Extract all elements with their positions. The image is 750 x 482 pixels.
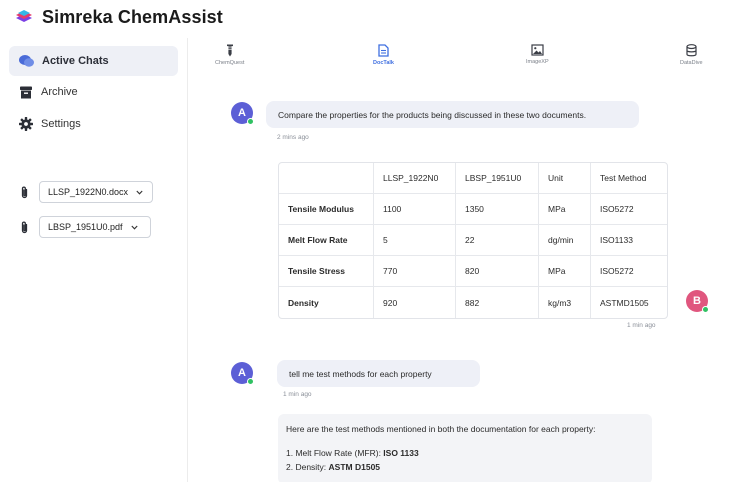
sidebar-item-archive[interactable]: Archive (9, 77, 178, 107)
table-cell: MPa (539, 194, 591, 225)
paperclip-icon (21, 186, 28, 198)
table-row: Density 920 882 kg/m3 ASTMD1505 (279, 287, 667, 318)
database-icon (686, 44, 697, 57)
chevron-down-icon (130, 225, 138, 230)
tab-label: DocTalk (373, 60, 394, 66)
table-cell-property: Tensile Modulus (279, 194, 374, 225)
tab-label: ImageXP (526, 59, 549, 65)
chat-bubbles-icon (19, 55, 34, 67)
table-cell: 770 (374, 256, 456, 287)
tab-doctalk[interactable]: DocTalk (373, 44, 394, 66)
table-row: Melt Flow Rate 5 22 dg/min ISO1133 (279, 225, 667, 256)
app-title: Simreka ChemAssist (42, 6, 223, 27)
avatar-assistant-b: B (686, 290, 709, 313)
message-timestamp: 1 min ago (283, 391, 312, 398)
list-item: 2. Density: ASTM D1505 (286, 462, 644, 472)
user-message: tell me test methods for each property (277, 360, 480, 387)
file-select-value: LLSP_1922N0.docx (48, 187, 129, 197)
message-text: Compare the properties for the products … (278, 109, 587, 120)
avatar-initial: A (238, 107, 246, 119)
table-row: Tensile Stress 770 820 MPa ISO5272 (279, 256, 667, 287)
sidebar-item-label: Settings (41, 118, 81, 130)
table-cell-property: Density (279, 287, 374, 318)
tab-chemquest[interactable]: ChemQuest (215, 44, 244, 66)
table-header-cell: Unit (539, 163, 591, 194)
table-cell: ISO1133 (591, 225, 667, 256)
message-text: tell me test methods for each property (289, 368, 432, 379)
image-icon (531, 44, 544, 56)
sidebar-item-label: Active Chats (42, 55, 109, 67)
file-select-value: LBSP_1951U0.pdf (48, 222, 123, 232)
app-logo-icon (16, 10, 32, 22)
chevron-down-icon (136, 190, 143, 195)
table-cell-property: Tensile Stress (279, 256, 374, 287)
table-cell: kg/m3 (539, 287, 591, 318)
table-cell: 820 (456, 256, 539, 287)
tab-datadive[interactable]: DataDive (680, 44, 703, 66)
table-header-cell: LBSP_1951U0 (456, 163, 539, 194)
table-cell: MPa (539, 256, 591, 287)
table-cell: 1350 (456, 194, 539, 225)
gear-icon (19, 117, 33, 131)
list-item-label: 2. Density: (286, 462, 329, 472)
paperclip-icon (21, 221, 28, 233)
sidebar-item-label: Archive (41, 86, 78, 98)
table-cell: ISO5272 (591, 256, 667, 287)
tab-label: DataDive (680, 60, 703, 66)
archive-box-icon (20, 86, 32, 98)
table-cell: 920 (374, 287, 456, 318)
assistant-message: Here are the test methods mentioned in b… (278, 414, 652, 482)
table-cell-property: Melt Flow Rate (279, 225, 374, 256)
table-cell: 1100 (374, 194, 456, 225)
table-header-row: LLSP_1922N0 LBSP_1951U0 Unit Test Method (279, 163, 667, 194)
avatar-user-a: A (231, 362, 254, 385)
table-cell: 22 (456, 225, 539, 256)
properties-comparison-table: LLSP_1922N0 LBSP_1951U0 Unit Test Method… (278, 162, 668, 319)
list-item-value: ASTM D1505 (328, 462, 381, 472)
tab-label: ChemQuest (215, 60, 245, 66)
list-item-value: ISO 1133 (383, 448, 419, 458)
flask-icon (226, 44, 233, 57)
document-icon (378, 44, 389, 57)
table-row: Tensile Modulus 1100 1350 MPa ISO5272 (279, 194, 667, 225)
avatar-initial: A (238, 367, 246, 379)
online-status-dot (702, 306, 709, 313)
test-method-list: 1. Melt Flow Rate (MFR): ISO 1133 2. Den… (286, 448, 644, 472)
attached-file-row: LLSP_1922N0.docx (20, 181, 153, 203)
message-timestamp: 2 mins ago (277, 134, 309, 141)
sidebar-item-settings[interactable]: Settings (9, 109, 178, 139)
table-cell: ASTMD1505 (600, 297, 649, 308)
list-item-label: 1. Melt Flow Rate (MFR): (286, 448, 384, 458)
sidebar-item-active-chats[interactable]: Active Chats (9, 46, 178, 76)
table-cell: 5 (374, 225, 456, 256)
avatar-user-a: A (231, 102, 254, 125)
tool-tabs: ChemQuest DocTalk ImageXP DataDive (188, 38, 750, 78)
user-message: Compare the properties for the products … (266, 101, 639, 128)
sidebar: Active Chats Archive Settings LLSP_1922N… (0, 38, 188, 482)
avatar-initial: B (693, 295, 701, 307)
file-select-lbsp[interactable]: LBSP_1951U0.pdf (39, 216, 151, 238)
online-status-dot (247, 118, 254, 125)
table-header-cell: LLSP_1922N0 (374, 163, 456, 194)
table-header-cell (279, 163, 374, 194)
online-status-dot (247, 378, 254, 385)
table-cell: 882 (456, 287, 539, 318)
message-text: Here are the test methods mentioned in b… (286, 424, 596, 434)
message-timestamp: 1 min ago (627, 322, 656, 329)
table-cell: dg/min (539, 225, 591, 256)
tab-imagexp[interactable]: ImageXP (526, 44, 549, 65)
file-select-llsp[interactable]: LLSP_1922N0.docx (39, 181, 153, 203)
app-header: Simreka ChemAssist (14, 6, 223, 28)
table-header-cell: Test Method (591, 163, 667, 194)
table-cell: ISO5272 (591, 194, 667, 225)
list-item: 1. Melt Flow Rate (MFR): ISO 1133 (286, 448, 644, 458)
attached-file-row: LBSP_1951U0.pdf (20, 216, 151, 238)
